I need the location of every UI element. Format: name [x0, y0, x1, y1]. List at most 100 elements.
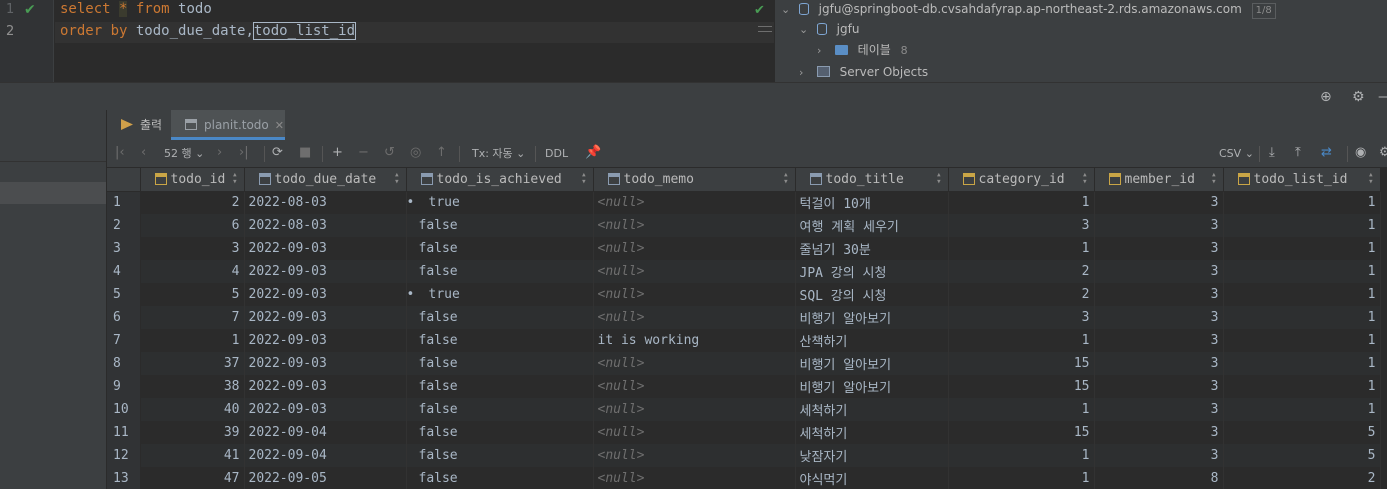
- row-number[interactable]: 2: [107, 214, 141, 237]
- table-cell[interactable]: <null>: [593, 283, 796, 306]
- gear-icon[interactable]: ⚙: [1379, 145, 1387, 161]
- column-header-todo-due-date[interactable]: todo_due_date ▴ ▾: [244, 168, 407, 192]
- add-row-icon[interactable]: +: [332, 145, 343, 161]
- table-cell[interactable]: 줄넘기 30분: [795, 237, 949, 260]
- sort-icon[interactable]: ▴ ▾: [936, 171, 941, 187]
- table-cell[interactable]: 2022-09-03: [244, 375, 407, 398]
- stop-icon[interactable]: ■: [299, 145, 311, 161]
- table-cell[interactable]: • true: [406, 191, 594, 214]
- table-cell[interactable]: <null>: [593, 191, 796, 214]
- table-cell[interactable]: false: [406, 260, 594, 283]
- sort-icon[interactable]: ▴ ▾: [1082, 171, 1087, 187]
- revert-icon[interactable]: ↺: [384, 145, 395, 161]
- chevron-right-icon[interactable]: ›: [817, 42, 831, 60]
- table-cell[interactable]: 3: [140, 237, 245, 260]
- tree-tables-node[interactable]: › 테이블 8: [817, 41, 908, 61]
- column-header-todo-memo[interactable]: todo_memo ▴ ▾: [593, 168, 796, 192]
- table-cell[interactable]: 세척하기: [795, 421, 949, 444]
- sort-icon[interactable]: ▴ ▾: [1368, 171, 1373, 187]
- table-cell[interactable]: 1: [1223, 191, 1381, 214]
- table-cell[interactable]: 41: [140, 444, 245, 467]
- table-cell[interactable]: false: [406, 237, 594, 260]
- table-cell[interactable]: 1: [1223, 398, 1381, 421]
- table-cell[interactable]: 1: [948, 191, 1095, 214]
- table-cell[interactable]: 3: [1094, 283, 1224, 306]
- table-row[interactable]: 4 4 2022-09-03 false <null> JPA 강의 시청 2 3 1: [107, 260, 1381, 283]
- row-number[interactable]: 7: [107, 329, 141, 352]
- table-cell[interactable]: 3: [948, 306, 1095, 329]
- side-panel-row-selected[interactable]: [0, 182, 106, 204]
- table-cell[interactable]: 3: [1094, 260, 1224, 283]
- table-cell[interactable]: 2022-08-03: [244, 214, 407, 237]
- table-cell[interactable]: <null>: [593, 421, 796, 444]
- table-row[interactable]: 2 6 2022-08-03 false <null> 여행 계획 세우기 3 3 1: [107, 214, 1381, 237]
- table-cell[interactable]: 2022-09-05: [244, 467, 407, 489]
- table-row[interactable]: 7 1 2022-09-03 false it is working 산책하기 1 3 1: [107, 329, 1381, 352]
- table-cell[interactable]: 40: [140, 398, 245, 421]
- table-cell[interactable]: 2022-09-04: [244, 421, 407, 444]
- table-cell[interactable]: 1: [948, 329, 1095, 352]
- table-cell[interactable]: 산책하기: [795, 329, 949, 352]
- table-cell[interactable]: false: [406, 329, 594, 352]
- table-cell[interactable]: 5: [140, 283, 245, 306]
- eye-icon[interactable]: ◉: [1355, 145, 1366, 161]
- table-cell[interactable]: <null>: [593, 237, 796, 260]
- tree-schema-node[interactable]: ⌄ jgfu: [799, 20, 859, 40]
- column-header-todo-list-id[interactable]: todo_list_id ▴ ▾: [1223, 168, 1381, 192]
- table-cell[interactable]: <null>: [593, 444, 796, 467]
- table-cell[interactable]: 비행기 알아보기: [795, 306, 949, 329]
- table-row[interactable]: 13 47 2022-09-05 false <null> 야식먹기 1 8 2: [107, 467, 1381, 489]
- table-cell[interactable]: 1: [948, 467, 1095, 489]
- table-cell[interactable]: • true: [406, 283, 594, 306]
- table-cell[interactable]: 1: [1223, 329, 1381, 352]
- sort-icon[interactable]: ▴ ▾: [1211, 171, 1216, 187]
- table-cell[interactable]: 38: [140, 375, 245, 398]
- export-download-icon[interactable]: ⤓: [1269, 145, 1275, 161]
- table-row[interactable]: 3 3 2022-09-03 false <null> 줄넘기 30분 1 3 1: [107, 237, 1381, 260]
- submit-icon[interactable]: ↑: [436, 145, 447, 161]
- table-cell[interactable]: 1: [1223, 260, 1381, 283]
- row-number[interactable]: 8: [107, 352, 141, 375]
- code-line[interactable]: select * from todo: [60, 1, 212, 17]
- table-cell[interactable]: false: [406, 398, 594, 421]
- table-cell[interactable]: <null>: [593, 352, 796, 375]
- sort-icon[interactable]: ▴ ▾: [394, 171, 399, 187]
- ddl-button[interactable]: DDL: [545, 146, 568, 162]
- table-cell[interactable]: 3: [1094, 237, 1224, 260]
- sort-icon[interactable]: ▴ ▾: [581, 171, 586, 187]
- table-cell[interactable]: 2022-09-03: [244, 352, 407, 375]
- column-header-todo-id[interactable]: todo_id ▴ ▾: [140, 168, 245, 192]
- table-cell[interactable]: 2022-09-03: [244, 306, 407, 329]
- table-row[interactable]: 12 41 2022-09-04 false <null> 낮잠자기 1 3 5: [107, 444, 1381, 467]
- close-icon[interactable]: ✕: [275, 119, 284, 132]
- upload-icon[interactable]: ⤒: [1295, 145, 1301, 161]
- table-cell[interactable]: 2022-09-03: [244, 398, 407, 421]
- previous-page-icon[interactable]: ‹: [141, 145, 146, 161]
- table-cell[interactable]: <null>: [593, 214, 796, 237]
- table-cell[interactable]: 턱걸이 10개: [795, 191, 949, 214]
- table-cell[interactable]: 1: [948, 444, 1095, 467]
- table-row[interactable]: 6 7 2022-09-03 false <null> 비행기 알아보기 3 3 1: [107, 306, 1381, 329]
- row-number[interactable]: 11: [107, 421, 141, 444]
- tree-server-objects-node[interactable]: › Server Objects: [799, 63, 928, 83]
- table-cell[interactable]: 2022-08-03: [244, 191, 407, 214]
- export-format-selector[interactable]: CSV ⌄: [1219, 146, 1254, 162]
- table-cell[interactable]: 3: [948, 214, 1095, 237]
- crosshair-icon[interactable]: ⊕: [1320, 89, 1332, 105]
- sql-editor[interactable]: 1 ✔ 2 select * from todo order by todo_d…: [0, 0, 774, 82]
- row-number[interactable]: 4: [107, 260, 141, 283]
- table-cell[interactable]: <null>: [593, 467, 796, 489]
- column-header-member-id[interactable]: member_id ▴ ▾: [1094, 168, 1224, 192]
- transaction-mode-selector[interactable]: Tx: 자동 ⌄: [472, 146, 525, 162]
- table-cell[interactable]: 낮잠자기: [795, 444, 949, 467]
- table-row[interactable]: 9 38 2022-09-03 false <null> 비행기 알아보기 15 3 1: [107, 375, 1381, 398]
- table-cell[interactable]: <null>: [593, 306, 796, 329]
- table-cell[interactable]: 1: [1223, 283, 1381, 306]
- table-cell[interactable]: 세척하기: [795, 398, 949, 421]
- table-cell[interactable]: SQL 강의 시청: [795, 283, 949, 306]
- table-cell[interactable]: 2: [948, 283, 1095, 306]
- table-cell[interactable]: 47: [140, 467, 245, 489]
- code-line[interactable]: order by todo_due_date,todo_list_id: [60, 22, 357, 40]
- table-cell[interactable]: 3: [1094, 306, 1224, 329]
- column-header-todo-title[interactable]: todo_title ▴ ▾: [795, 168, 949, 192]
